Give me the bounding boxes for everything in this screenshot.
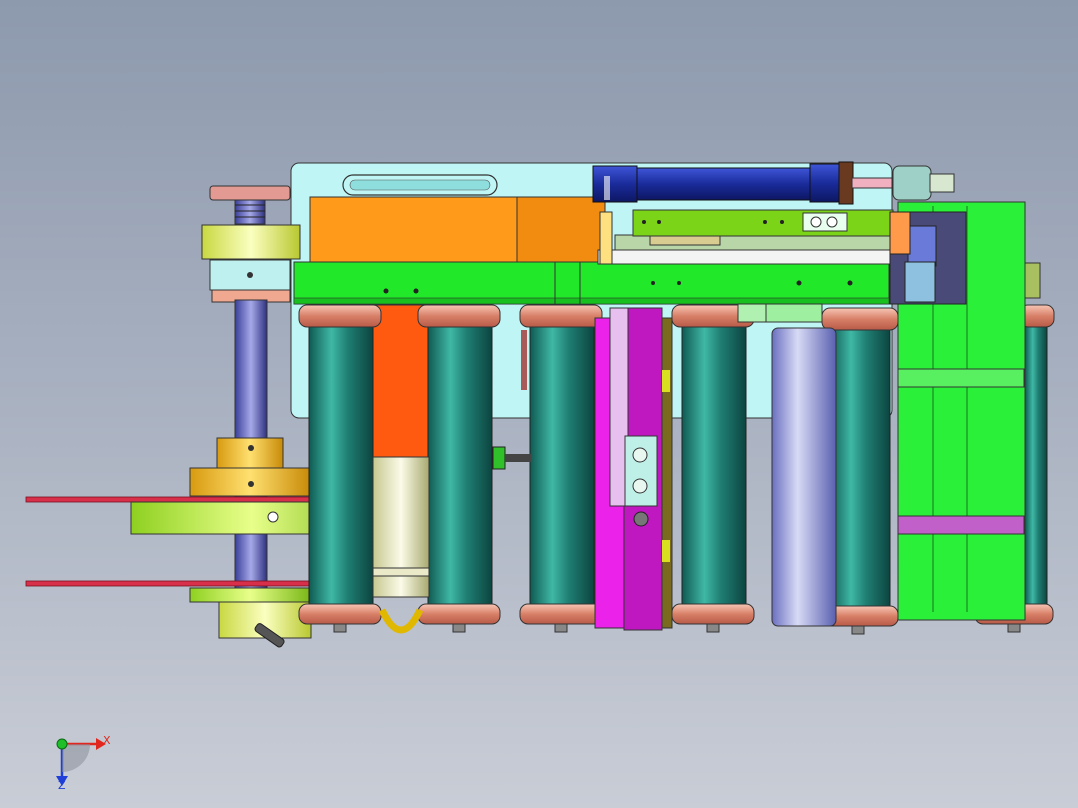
roller-4[interactable] — [671, 304, 755, 633]
vertical-gap-bar — [521, 330, 527, 390]
rod-end-tip — [929, 173, 955, 193]
orange-block-left[interactable] — [309, 196, 518, 263]
fitting-icon — [633, 511, 649, 527]
yellow-collar-upper[interactable] — [216, 437, 284, 469]
spring — [234, 199, 266, 225]
port-icon — [632, 447, 648, 463]
mount-bracket-face — [907, 225, 937, 267]
yellow-hub-top[interactable] — [201, 224, 301, 260]
x-axis-label: X — [103, 734, 111, 747]
coordinate-triad[interactable]: X Z — [56, 734, 111, 792]
green-slide[interactable] — [632, 209, 894, 237]
side-rail — [661, 317, 673, 629]
sleeve-band — [372, 567, 430, 577]
cad-viewport[interactable]: X Z — [0, 0, 1078, 808]
square-fitting — [737, 303, 767, 323]
idler-roller[interactable] — [771, 327, 837, 627]
panel-edge — [1024, 262, 1041, 299]
beam-lower-strip — [293, 297, 890, 305]
screw-icon — [248, 481, 254, 487]
support-post — [599, 211, 613, 265]
panel-crossbar-upper — [897, 368, 1025, 388]
screw-icon — [248, 445, 254, 451]
orange-riser[interactable] — [372, 304, 430, 458]
bore-icon — [267, 511, 279, 523]
mount-block — [904, 261, 936, 303]
cylinder-barrel[interactable] — [636, 167, 811, 201]
cylinder-nut — [838, 161, 854, 205]
assembly-model[interactable]: X Z — [0, 0, 1078, 808]
valve-body[interactable] — [624, 435, 658, 507]
cylinder-cap-right[interactable] — [809, 163, 841, 203]
port-icon — [632, 478, 648, 494]
screw-icon — [247, 272, 253, 278]
cylinder-cap-left[interactable] — [592, 165, 638, 203]
rail-stop — [662, 370, 670, 392]
panel-crossbar-lower — [897, 515, 1025, 535]
roller-3[interactable] — [519, 304, 603, 633]
rod-end[interactable] — [892, 165, 932, 201]
mount-bracket-top — [889, 211, 911, 255]
orange-block-right[interactable] — [516, 196, 606, 263]
lifting-eye[interactable] — [378, 608, 424, 634]
frame-slot-inner — [349, 179, 491, 191]
rail-stop — [662, 540, 670, 562]
roller-2[interactable] — [417, 304, 501, 633]
square-fitting-2 — [765, 303, 823, 323]
pale-base-collar[interactable] — [189, 587, 311, 603]
bolt-thread — [505, 454, 531, 462]
white-rail — [597, 249, 911, 265]
bolt-hex — [492, 446, 506, 470]
fitting-plate[interactable] — [802, 212, 848, 232]
piston-rod[interactable] — [851, 177, 893, 189]
roller-1[interactable] — [298, 304, 382, 633]
z-axis-label: Z — [58, 779, 66, 792]
pulley-top[interactable] — [209, 185, 291, 201]
